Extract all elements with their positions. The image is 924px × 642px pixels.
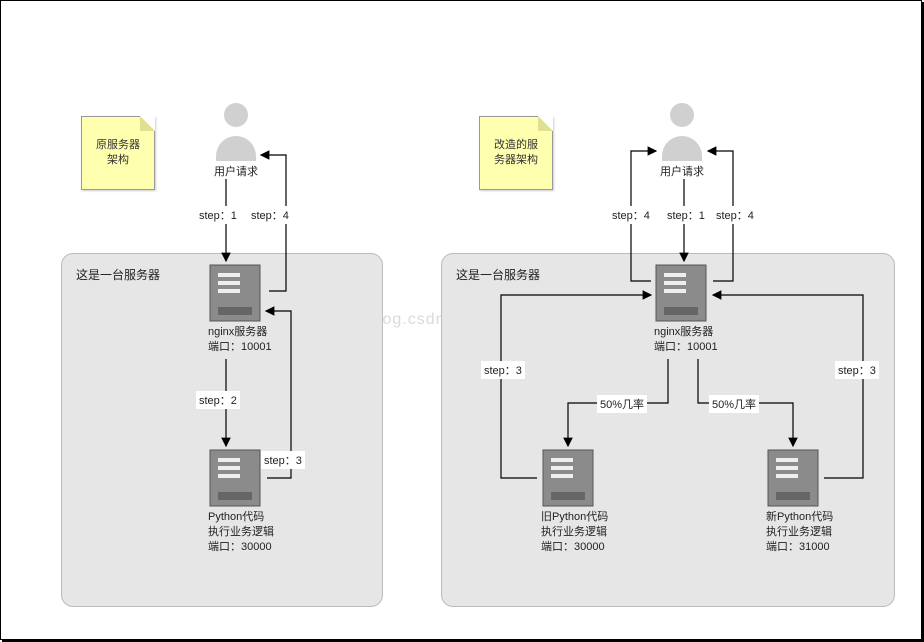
- label-right-step4-right: step：4: [713, 206, 757, 224]
- label-right-step3-left: step：3: [481, 361, 525, 379]
- server-icon: [208, 448, 262, 508]
- server-icon: [208, 263, 262, 323]
- label-right-step3-right: step：3: [835, 361, 879, 379]
- old-python-desc: 执行业务逻辑: [541, 526, 607, 538]
- old-python-right: 旧Python代码 执行业务逻辑 端口：30000: [541, 448, 595, 555]
- label-right-step1: step：1: [664, 206, 708, 224]
- python-left-title: Python代码: [208, 511, 264, 523]
- server-icon: [766, 448, 820, 508]
- old-python-port: 端口：30000: [541, 541, 605, 553]
- new-python-right: 新Python代码 执行业务逻辑 端口：31000: [766, 448, 820, 555]
- new-python-title: 新Python代码: [766, 511, 833, 523]
- server-box-left-label: 这是一台服务器: [76, 266, 160, 283]
- server-box-right-label: 这是一台服务器: [456, 266, 540, 283]
- diagram-canvas: http://blog.csdn.net/ 原服务器 架构 这是一台服务器 用户…: [0, 0, 922, 640]
- old-python-title: 旧Python代码: [541, 511, 608, 523]
- nginx-left: nginx服务器 端口：10001: [208, 263, 262, 355]
- label-left-step2: step：2: [196, 391, 240, 409]
- python-left: Python代码 执行业务逻辑 端口：30000: [208, 448, 262, 555]
- new-python-port: 端口：31000: [766, 541, 830, 553]
- sticky-note-right-text: 改造的服 务器架构: [494, 138, 538, 169]
- nginx-right: nginx服务器 端口：10001: [654, 263, 708, 355]
- label-left-step4: step：4: [248, 206, 292, 224]
- user-icon: [657, 101, 707, 161]
- label-left-step1: step：1: [196, 206, 240, 224]
- new-python-desc: 执行业务逻辑: [766, 526, 832, 538]
- nginx-right-title: nginx服务器: [654, 326, 713, 338]
- actor-right-caption: 用户请求: [657, 163, 707, 179]
- user-icon: [211, 101, 261, 161]
- python-left-port: 端口：30000: [208, 541, 272, 553]
- server-icon: [654, 263, 708, 323]
- label-left-step3: step：3: [261, 451, 305, 469]
- label-right-step4-left: step：4: [609, 206, 653, 224]
- server-icon: [541, 448, 595, 508]
- sticky-note-left: 原服务器 架构: [81, 116, 155, 190]
- nginx-left-title: nginx服务器: [208, 326, 267, 338]
- sticky-note-left-text: 原服务器 架构: [96, 138, 140, 169]
- nginx-right-port: 端口：10001: [654, 341, 718, 353]
- python-left-desc: 执行业务逻辑: [208, 526, 274, 538]
- actor-right: 用户请求: [657, 101, 707, 179]
- actor-left: 用户请求: [211, 101, 261, 179]
- actor-left-caption: 用户请求: [211, 163, 261, 179]
- nginx-left-port: 端口：10001: [208, 341, 272, 353]
- label-right-prob-right: 50%几率: [709, 395, 759, 413]
- sticky-note-right: 改造的服 务器架构: [479, 116, 553, 190]
- label-right-prob-left: 50%几率: [597, 395, 647, 413]
